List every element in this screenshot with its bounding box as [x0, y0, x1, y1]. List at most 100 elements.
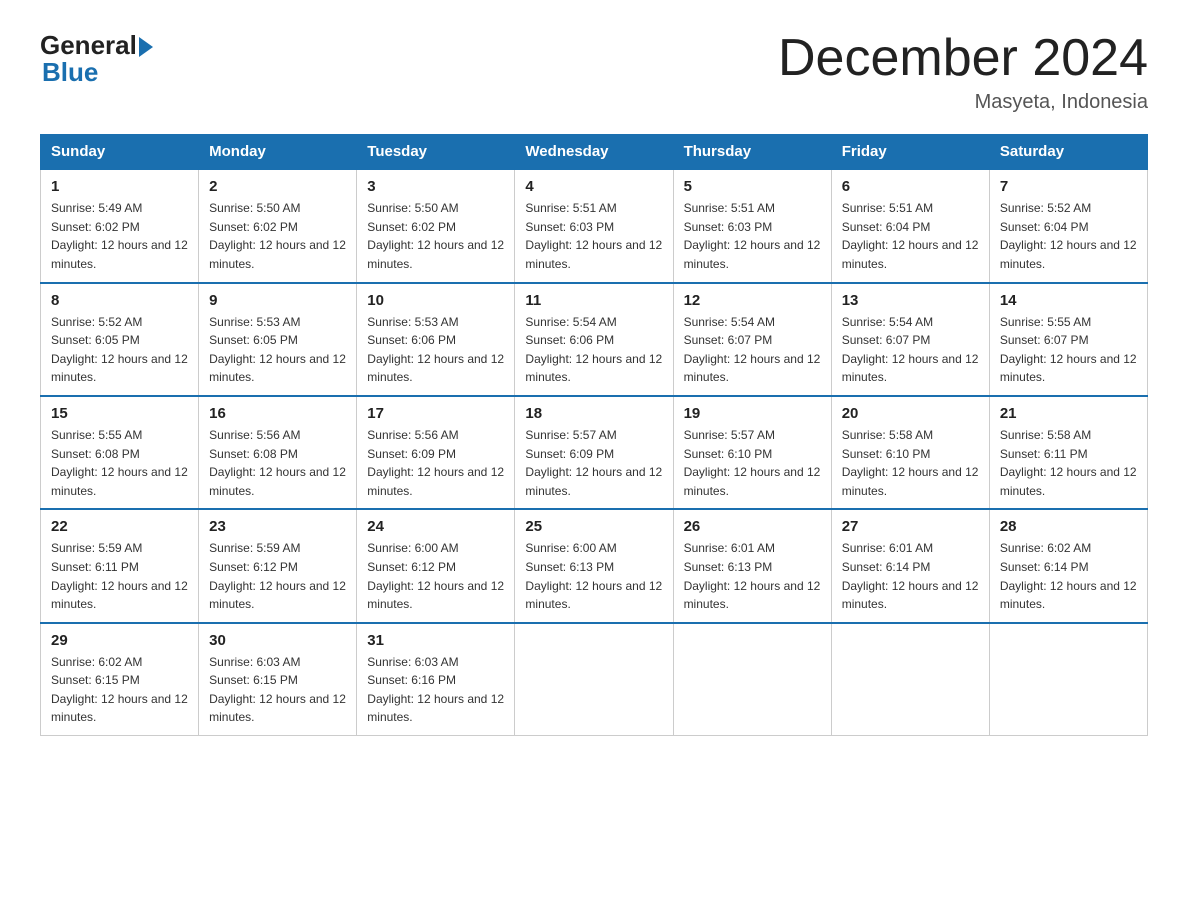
- day-info: Sunrise: 6:01 AM Sunset: 6:13 PM Dayligh…: [684, 539, 821, 613]
- calendar-day-cell: 30 Sunrise: 6:03 AM Sunset: 6:15 PM Dayl…: [199, 623, 357, 736]
- day-info: Sunrise: 6:03 AM Sunset: 6:15 PM Dayligh…: [209, 653, 346, 727]
- calendar-day-cell: 9 Sunrise: 5:53 AM Sunset: 6:05 PM Dayli…: [199, 283, 357, 396]
- col-friday: Friday: [831, 135, 989, 170]
- day-info: Sunrise: 5:50 AM Sunset: 6:02 PM Dayligh…: [367, 199, 504, 273]
- col-thursday: Thursday: [673, 135, 831, 170]
- col-saturday: Saturday: [989, 135, 1147, 170]
- day-number: 1: [51, 178, 188, 195]
- calendar-week-row: 15 Sunrise: 5:55 AM Sunset: 6:08 PM Dayl…: [41, 396, 1148, 509]
- col-monday: Monday: [199, 135, 357, 170]
- day-number: 21: [1000, 405, 1137, 422]
- month-title: December 2024: [778, 30, 1148, 87]
- day-number: 18: [525, 405, 662, 422]
- location-subtitle: Masyeta, Indonesia: [778, 91, 1148, 114]
- calendar-week-row: 22 Sunrise: 5:59 AM Sunset: 6:11 PM Dayl…: [41, 509, 1148, 622]
- title-area: December 2024 Masyeta, Indonesia: [778, 30, 1148, 114]
- calendar-week-row: 1 Sunrise: 5:49 AM Sunset: 6:02 PM Dayli…: [41, 169, 1148, 282]
- day-info: Sunrise: 6:00 AM Sunset: 6:13 PM Dayligh…: [525, 539, 662, 613]
- day-number: 7: [1000, 178, 1137, 195]
- calendar-day-cell: 2 Sunrise: 5:50 AM Sunset: 6:02 PM Dayli…: [199, 169, 357, 282]
- day-number: 9: [209, 292, 346, 309]
- calendar-day-cell: 18 Sunrise: 5:57 AM Sunset: 6:09 PM Dayl…: [515, 396, 673, 509]
- calendar-week-row: 29 Sunrise: 6:02 AM Sunset: 6:15 PM Dayl…: [41, 623, 1148, 736]
- day-info: Sunrise: 6:03 AM Sunset: 6:16 PM Dayligh…: [367, 653, 504, 727]
- day-info: Sunrise: 5:54 AM Sunset: 6:07 PM Dayligh…: [842, 313, 979, 387]
- calendar-day-cell: 11 Sunrise: 5:54 AM Sunset: 6:06 PM Dayl…: [515, 283, 673, 396]
- day-info: Sunrise: 6:00 AM Sunset: 6:12 PM Dayligh…: [367, 539, 504, 613]
- day-number: 13: [842, 292, 979, 309]
- logo-blue-text: Blue: [42, 57, 98, 88]
- col-tuesday: Tuesday: [357, 135, 515, 170]
- calendar-day-cell: 27 Sunrise: 6:01 AM Sunset: 6:14 PM Dayl…: [831, 509, 989, 622]
- day-info: Sunrise: 5:58 AM Sunset: 6:10 PM Dayligh…: [842, 426, 979, 500]
- calendar-day-cell: 13 Sunrise: 5:54 AM Sunset: 6:07 PM Dayl…: [831, 283, 989, 396]
- day-info: Sunrise: 5:55 AM Sunset: 6:08 PM Dayligh…: [51, 426, 188, 500]
- day-info: Sunrise: 5:53 AM Sunset: 6:05 PM Dayligh…: [209, 313, 346, 387]
- calendar-day-cell: 1 Sunrise: 5:49 AM Sunset: 6:02 PM Dayli…: [41, 169, 199, 282]
- calendar-day-cell: 25 Sunrise: 6:00 AM Sunset: 6:13 PM Dayl…: [515, 509, 673, 622]
- col-wednesday: Wednesday: [515, 135, 673, 170]
- day-info: Sunrise: 5:56 AM Sunset: 6:09 PM Dayligh…: [367, 426, 504, 500]
- calendar-day-cell: 21 Sunrise: 5:58 AM Sunset: 6:11 PM Dayl…: [989, 396, 1147, 509]
- day-number: 19: [684, 405, 821, 422]
- calendar-day-cell: [515, 623, 673, 736]
- calendar-day-cell: 14 Sunrise: 5:55 AM Sunset: 6:07 PM Dayl…: [989, 283, 1147, 396]
- calendar-day-cell: 31 Sunrise: 6:03 AM Sunset: 6:16 PM Dayl…: [357, 623, 515, 736]
- header: General Blue December 2024 Masyeta, Indo…: [40, 30, 1148, 114]
- day-info: Sunrise: 5:49 AM Sunset: 6:02 PM Dayligh…: [51, 199, 188, 273]
- day-info: Sunrise: 5:54 AM Sunset: 6:06 PM Dayligh…: [525, 313, 662, 387]
- calendar-table: Sunday Monday Tuesday Wednesday Thursday…: [40, 134, 1148, 736]
- day-number: 3: [367, 178, 504, 195]
- day-number: 12: [684, 292, 821, 309]
- day-info: Sunrise: 5:51 AM Sunset: 6:03 PM Dayligh…: [684, 199, 821, 273]
- calendar-day-cell: 28 Sunrise: 6:02 AM Sunset: 6:14 PM Dayl…: [989, 509, 1147, 622]
- calendar-day-cell: 7 Sunrise: 5:52 AM Sunset: 6:04 PM Dayli…: [989, 169, 1147, 282]
- day-number: 6: [842, 178, 979, 195]
- day-info: Sunrise: 5:54 AM Sunset: 6:07 PM Dayligh…: [684, 313, 821, 387]
- day-number: 20: [842, 405, 979, 422]
- calendar-day-cell: 3 Sunrise: 5:50 AM Sunset: 6:02 PM Dayli…: [357, 169, 515, 282]
- day-number: 2: [209, 178, 346, 195]
- day-info: Sunrise: 5:59 AM Sunset: 6:11 PM Dayligh…: [51, 539, 188, 613]
- col-sunday: Sunday: [41, 135, 199, 170]
- day-number: 5: [684, 178, 821, 195]
- calendar-day-cell: 16 Sunrise: 5:56 AM Sunset: 6:08 PM Dayl…: [199, 396, 357, 509]
- day-number: 25: [525, 518, 662, 535]
- day-number: 30: [209, 632, 346, 649]
- day-number: 15: [51, 405, 188, 422]
- day-info: Sunrise: 6:02 AM Sunset: 6:14 PM Dayligh…: [1000, 539, 1137, 613]
- calendar-day-cell: 6 Sunrise: 5:51 AM Sunset: 6:04 PM Dayli…: [831, 169, 989, 282]
- calendar-day-cell: 20 Sunrise: 5:58 AM Sunset: 6:10 PM Dayl…: [831, 396, 989, 509]
- day-number: 8: [51, 292, 188, 309]
- day-info: Sunrise: 5:53 AM Sunset: 6:06 PM Dayligh…: [367, 313, 504, 387]
- day-info: Sunrise: 5:59 AM Sunset: 6:12 PM Dayligh…: [209, 539, 346, 613]
- calendar-day-cell: 26 Sunrise: 6:01 AM Sunset: 6:13 PM Dayl…: [673, 509, 831, 622]
- logo: General Blue: [40, 30, 153, 88]
- day-info: Sunrise: 5:51 AM Sunset: 6:04 PM Dayligh…: [842, 199, 979, 273]
- day-info: Sunrise: 5:57 AM Sunset: 6:09 PM Dayligh…: [525, 426, 662, 500]
- calendar-day-cell: 22 Sunrise: 5:59 AM Sunset: 6:11 PM Dayl…: [41, 509, 199, 622]
- day-info: Sunrise: 5:56 AM Sunset: 6:08 PM Dayligh…: [209, 426, 346, 500]
- day-info: Sunrise: 5:52 AM Sunset: 6:05 PM Dayligh…: [51, 313, 188, 387]
- day-info: Sunrise: 5:52 AM Sunset: 6:04 PM Dayligh…: [1000, 199, 1137, 273]
- day-number: 27: [842, 518, 979, 535]
- calendar-day-cell: 8 Sunrise: 5:52 AM Sunset: 6:05 PM Dayli…: [41, 283, 199, 396]
- day-info: Sunrise: 5:51 AM Sunset: 6:03 PM Dayligh…: [525, 199, 662, 273]
- day-info: Sunrise: 6:01 AM Sunset: 6:14 PM Dayligh…: [842, 539, 979, 613]
- logo-triangle-icon: [139, 37, 153, 57]
- calendar-week-row: 8 Sunrise: 5:52 AM Sunset: 6:05 PM Dayli…: [41, 283, 1148, 396]
- day-number: 29: [51, 632, 188, 649]
- day-number: 26: [684, 518, 821, 535]
- calendar-header-row: Sunday Monday Tuesday Wednesday Thursday…: [41, 135, 1148, 170]
- day-number: 24: [367, 518, 504, 535]
- calendar-day-cell: 17 Sunrise: 5:56 AM Sunset: 6:09 PM Dayl…: [357, 396, 515, 509]
- calendar-day-cell: [831, 623, 989, 736]
- day-info: Sunrise: 5:55 AM Sunset: 6:07 PM Dayligh…: [1000, 313, 1137, 387]
- calendar-day-cell: 12 Sunrise: 5:54 AM Sunset: 6:07 PM Dayl…: [673, 283, 831, 396]
- day-info: Sunrise: 5:50 AM Sunset: 6:02 PM Dayligh…: [209, 199, 346, 273]
- day-number: 16: [209, 405, 346, 422]
- day-number: 4: [525, 178, 662, 195]
- day-number: 17: [367, 405, 504, 422]
- calendar-day-cell: 4 Sunrise: 5:51 AM Sunset: 6:03 PM Dayli…: [515, 169, 673, 282]
- calendar-day-cell: 5 Sunrise: 5:51 AM Sunset: 6:03 PM Dayli…: [673, 169, 831, 282]
